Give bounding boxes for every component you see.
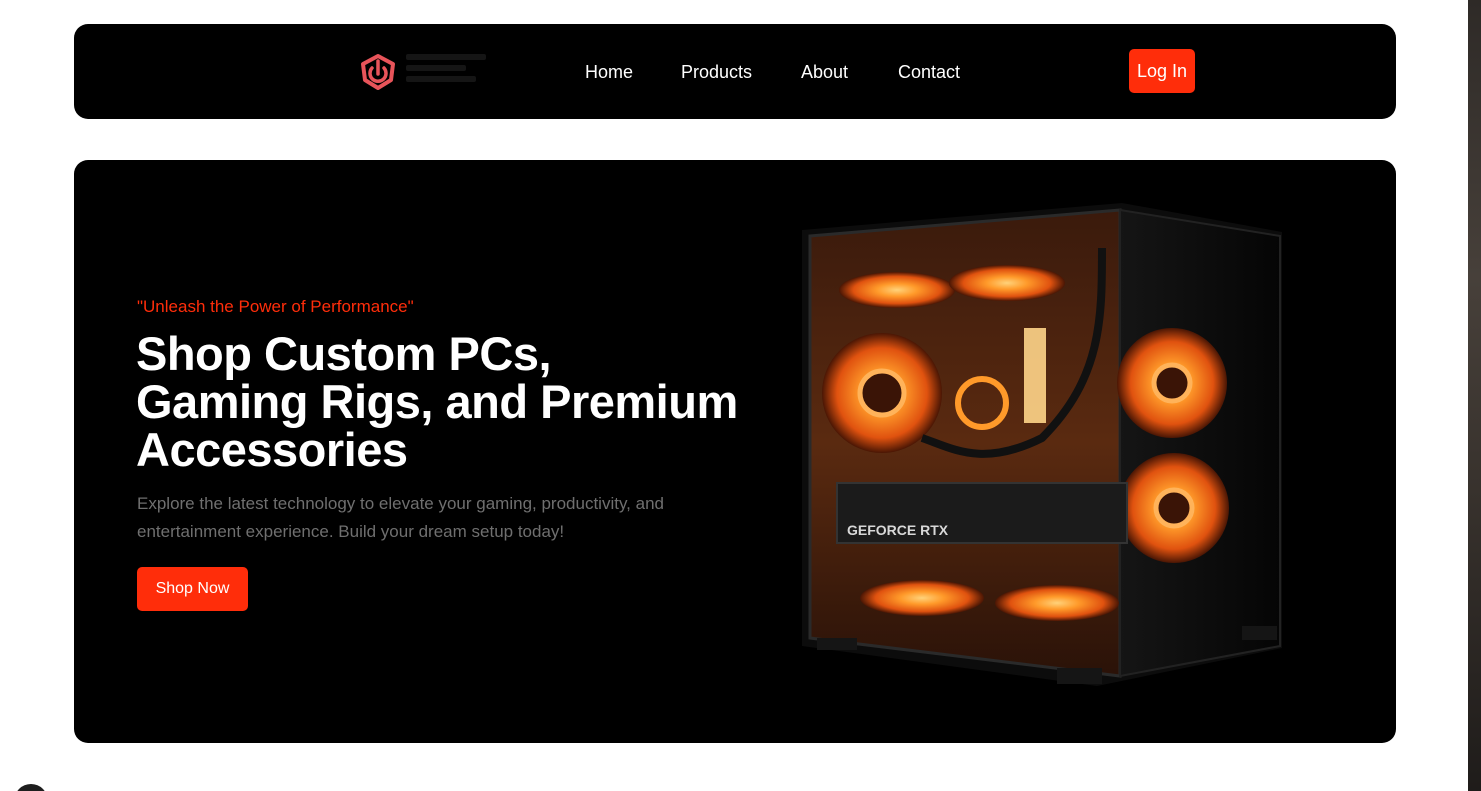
power-shield-icon[interactable] bbox=[358, 53, 398, 91]
chat-widget-icon[interactable] bbox=[14, 784, 48, 791]
navbar: Home Products About Contact Log In bbox=[74, 24, 1396, 119]
hero-description: Explore the latest technology to elevate… bbox=[137, 494, 664, 541]
nav-link-home[interactable]: Home bbox=[585, 60, 633, 84]
hero-tagline: "Unleash the Power of Performance" bbox=[137, 297, 414, 316]
page: Home Products About Contact Log In "Unle… bbox=[0, 0, 1481, 791]
nav-link-about[interactable]: About bbox=[801, 60, 848, 84]
hero-headline: Shop Custom PCs, Gaming Rigs, and Premiu… bbox=[136, 330, 746, 474]
hero-section: "Unleash the Power of Performance" Shop … bbox=[74, 160, 1396, 743]
logo-wordmark bbox=[406, 54, 496, 82]
nav-link-contact[interactable]: Contact bbox=[898, 60, 960, 84]
hero-headline-line: Gaming Rigs, and Premium bbox=[136, 375, 738, 428]
nav-link-products[interactable]: Products bbox=[681, 60, 752, 84]
hero-headline-line: Shop Custom PCs, bbox=[136, 327, 552, 380]
gpu-label: GEFORCE RTX bbox=[847, 522, 949, 538]
login-button[interactable]: Log In bbox=[1129, 49, 1195, 93]
gaming-pc-image: GEFORCE RTX bbox=[802, 203, 1282, 686]
background-photo-edge bbox=[1468, 0, 1481, 791]
hero-headline-line: Accessories bbox=[136, 423, 408, 476]
shop-now-button[interactable]: Shop Now bbox=[137, 567, 248, 611]
